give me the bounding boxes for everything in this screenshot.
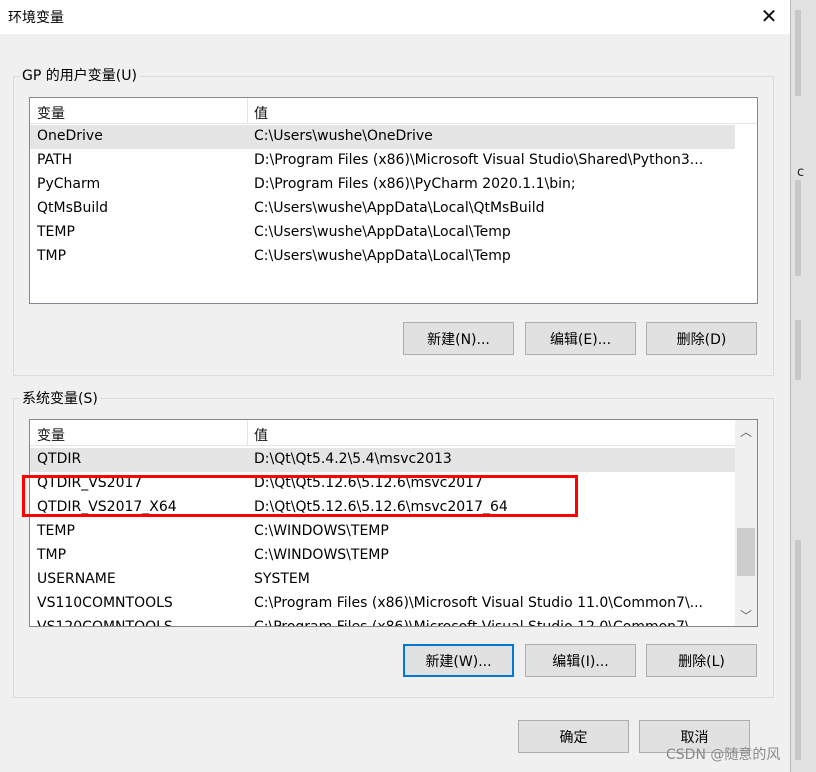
- row-name: PyCharm: [37, 176, 101, 192]
- system-variables-label: 系统变量(S): [20, 388, 100, 408]
- background-text-fragment: c: [797, 165, 805, 180]
- system-new-button[interactable]: 新建(W)...: [403, 644, 514, 677]
- system-edit-button[interactable]: 编辑(I)...: [525, 644, 636, 677]
- table-row[interactable]: TEMP C:\WINDOWS\TEMP: [30, 520, 735, 544]
- table-row[interactable]: VS110COMNTOOLS C:\Program Files (x86)\Mi…: [30, 592, 735, 616]
- column-header-variable[interactable]: 变量: [37, 425, 65, 445]
- background-strip: [795, 10, 801, 96]
- row-name: PATH: [37, 152, 73, 168]
- background-window-edge: c: [790, 0, 816, 772]
- system-variables-list[interactable]: 变量 值 QTDIR D:\Qt\Qt5.4.2\5.4\msvc2013 QT…: [29, 419, 758, 627]
- row-value: C:\Users\wushe\AppData\Local\Temp: [254, 224, 511, 240]
- ok-button[interactable]: 确定: [518, 720, 629, 753]
- table-row[interactable]: USERNAME SYSTEM: [30, 568, 735, 592]
- row-name: QTDIR: [37, 451, 82, 467]
- column-divider[interactable]: [247, 98, 248, 124]
- table-row[interactable]: VS120COMNTOOLS C:\Program Files (x86)\Mi…: [30, 616, 735, 627]
- row-value: D:\Program Files (x86)\Microsoft Visual …: [254, 152, 704, 168]
- table-row[interactable]: OneDrive C:\Users\wushe\OneDrive: [30, 125, 735, 149]
- row-value: D:\Qt\Qt5.12.6\5.12.6\msvc2017_64: [254, 499, 508, 515]
- background-strip: [795, 540, 801, 760]
- row-name: USERNAME: [37, 571, 116, 587]
- row-value: C:\Users\wushe\AppData\Local\Temp: [254, 248, 511, 264]
- column-divider[interactable]: [247, 420, 248, 446]
- watermark: CSDN @随意的风: [666, 747, 781, 763]
- list-header: 变量 值: [30, 98, 757, 124]
- system-delete-button[interactable]: 删除(L): [646, 644, 757, 677]
- table-row[interactable]: QTDIR D:\Qt\Qt5.4.2\5.4\msvc2013: [30, 448, 735, 472]
- row-name: QtMsBuild: [37, 200, 109, 216]
- row-name: OneDrive: [37, 128, 103, 144]
- row-value: C:\WINDOWS\TEMP: [254, 547, 389, 563]
- scroll-thumb[interactable]: [737, 528, 755, 576]
- row-name: TEMP: [37, 224, 75, 240]
- column-header-value[interactable]: 值: [254, 103, 268, 123]
- column-header-value[interactable]: 值: [254, 425, 268, 445]
- table-row[interactable]: QtMsBuild C:\Users\wushe\AppData\Local\Q…: [30, 197, 735, 221]
- scroll-down-icon[interactable]: ﹀: [735, 604, 757, 626]
- row-name: TEMP: [37, 523, 75, 539]
- user-delete-button[interactable]: 删除(D): [646, 322, 757, 355]
- scroll-up-icon[interactable]: ︿: [735, 420, 757, 442]
- user-edit-button[interactable]: 编辑(E)...: [525, 322, 636, 355]
- window-title: 环境变量: [8, 10, 64, 26]
- row-value: C:\Users\wushe\OneDrive: [254, 128, 433, 144]
- list-header: 变量 值: [30, 420, 735, 446]
- environment-variables-dialog: 环境变量 ✕ GP 的用户变量(U) 变量 值 OneDrive C:\User…: [0, 0, 790, 772]
- background-strip: [795, 320, 801, 380]
- vertical-scrollbar[interactable]: ︿ ﹀: [735, 420, 757, 626]
- row-value: D:\Program Files (x86)\PyCharm 2020.1.1\…: [254, 176, 576, 192]
- row-value: D:\Qt\Qt5.12.6\5.12.6\msvc2017: [254, 475, 483, 491]
- row-value: C:\Program Files (x86)\Microsoft Visual …: [254, 595, 704, 611]
- table-row[interactable]: QTDIR_VS2017 D:\Qt\Qt5.12.6\5.12.6\msvc2…: [30, 472, 735, 496]
- row-name: TMP: [37, 248, 67, 264]
- row-value: D:\Qt\Qt5.4.2\5.4\msvc2013: [254, 451, 452, 467]
- table-row[interactable]: TMP C:\Users\wushe\AppData\Local\Temp: [30, 245, 735, 269]
- column-header-variable[interactable]: 变量: [37, 103, 65, 123]
- row-name: QTDIR_VS2017_X64: [37, 499, 177, 515]
- row-name: VS110COMNTOOLS: [37, 595, 173, 611]
- table-row[interactable]: PyCharm D:\Program Files (x86)\PyCharm 2…: [30, 173, 735, 197]
- user-variables-list[interactable]: 变量 值 OneDrive C:\Users\wushe\OneDrive PA…: [29, 97, 758, 304]
- background-strip: [795, 180, 801, 276]
- user-variables-label: GP 的用户变量(U): [20, 65, 139, 85]
- user-new-button[interactable]: 新建(N)...: [403, 322, 514, 355]
- table-row[interactable]: PATH D:\Program Files (x86)\Microsoft Vi…: [30, 149, 735, 173]
- row-name: TMP: [37, 547, 67, 563]
- table-row[interactable]: TMP C:\WINDOWS\TEMP: [30, 544, 735, 568]
- row-name: VS120COMNTOOLS: [37, 619, 173, 627]
- title-bar: 环境变量 ✕: [0, 0, 790, 34]
- row-value: SYSTEM: [254, 571, 310, 587]
- close-icon[interactable]: ✕: [748, 0, 790, 32]
- row-value: C:\Program Files (x86)\Microsoft Visual …: [254, 619, 704, 627]
- table-row[interactable]: QTDIR_VS2017_X64 D:\Qt\Qt5.12.6\5.12.6\m…: [30, 496, 735, 520]
- row-value: C:\WINDOWS\TEMP: [254, 523, 389, 539]
- row-name: QTDIR_VS2017: [37, 475, 143, 491]
- row-value: C:\Users\wushe\AppData\Local\QtMsBuild: [254, 200, 545, 216]
- table-row[interactable]: TEMP C:\Users\wushe\AppData\Local\Temp: [30, 221, 735, 245]
